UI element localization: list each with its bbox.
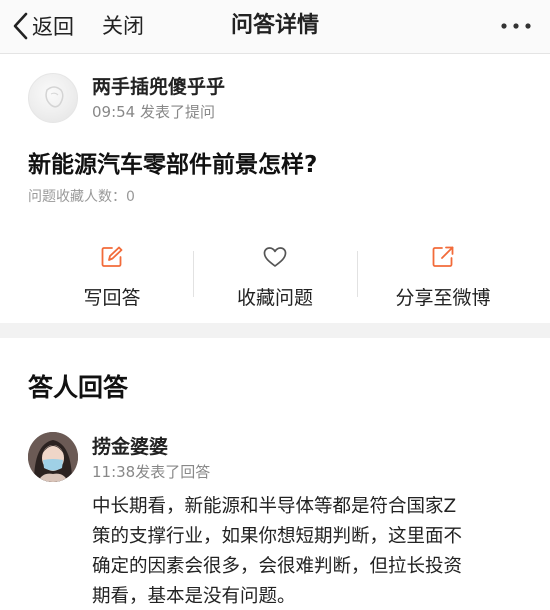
action-divider bbox=[193, 251, 194, 297]
back-button[interactable]: 返回 bbox=[12, 10, 74, 42]
question-actions: 写回答 收藏问题 分享至微博 bbox=[0, 245, 550, 309]
nav-bar: 返回 关闭 问答详情 bbox=[0, 0, 550, 54]
write-answer-button[interactable]: 写回答 bbox=[58, 245, 166, 309]
share-weibo-label: 分享至微博 bbox=[395, 287, 491, 309]
chevron-left-icon bbox=[12, 12, 30, 40]
section-separator bbox=[0, 323, 550, 338]
answer-line: 期看，基本是没有问题。 bbox=[92, 586, 296, 607]
question-card: 两手插兜傻乎乎 09:54 发表了提问 新能源汽车零部件前景怎样? 问题收藏人数… bbox=[0, 55, 550, 323]
question-title: 新能源汽车零部件前景怎样? bbox=[28, 152, 318, 178]
asker-name[interactable]: 两手插兜傻乎乎 bbox=[92, 72, 225, 99]
qa-detail-page: 返回 关闭 问答详情 两手插兜傻乎乎 09:54 发表了提问 新能源汽车零部件前… bbox=[0, 0, 550, 610]
favorite-question-button[interactable]: 收藏问题 bbox=[220, 245, 330, 309]
close-button[interactable]: 关闭 bbox=[102, 10, 144, 42]
answers-heading: 答人回答 bbox=[28, 373, 129, 402]
more-dots-icon bbox=[498, 14, 534, 38]
question-favorite-count: 问题收藏人数：0 bbox=[28, 189, 135, 205]
answerer-avatar[interactable] bbox=[28, 432, 78, 482]
write-answer-label: 写回答 bbox=[83, 287, 141, 309]
more-button[interactable] bbox=[498, 14, 534, 38]
answer-line: 中长期看，新能源和半导体等都是符合国家Z bbox=[92, 496, 457, 517]
answer-body: 中长期看，新能源和半导体等都是符合国家Z 策的支撑行业，如果你想短期判断，这里面… bbox=[92, 492, 522, 610]
answerer-timestamp: 11:38发表了回答 bbox=[92, 463, 211, 481]
asker-timestamp: 09:54 发表了提问 bbox=[92, 103, 215, 121]
answerer-name[interactable]: 捞金婆婆 bbox=[92, 432, 168, 459]
action-divider bbox=[357, 251, 358, 297]
share-weibo-button[interactable]: 分享至微博 bbox=[378, 245, 508, 309]
back-label: 返回 bbox=[32, 15, 74, 39]
answers-section: 答人回答 捞金婆婆 11:38发表了回答 中长期看，新能源和半导体等都是符合国家… bbox=[0, 338, 550, 610]
answer-line: 确定的因素会很多，会很难判断，但拉长投资 bbox=[92, 556, 463, 577]
page-title: 问答详情 bbox=[230, 13, 319, 38]
share-out-icon bbox=[378, 245, 508, 269]
favorite-question-label: 收藏问题 bbox=[236, 287, 313, 309]
heart-icon bbox=[220, 245, 330, 269]
edit-icon bbox=[58, 245, 166, 269]
asker-avatar[interactable] bbox=[28, 73, 78, 123]
answer-line: 策的支撑行业，如果你想短期判断，这里面不 bbox=[92, 526, 463, 547]
